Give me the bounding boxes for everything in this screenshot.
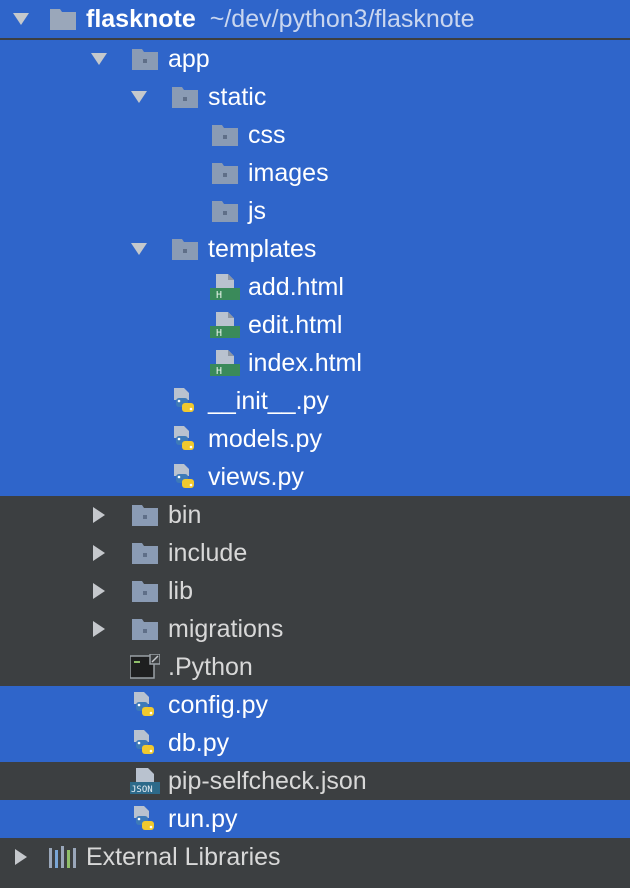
json-file-icon: JSON (130, 768, 160, 794)
root-path: ~/dev/python3/flasknote (209, 5, 475, 33)
tree-item-label: add.html (248, 273, 344, 301)
tree-item-label: models.py (208, 425, 322, 453)
terminal-file-icon (130, 654, 160, 680)
root-name: flasknote (86, 5, 196, 33)
folder-icon (130, 540, 160, 566)
chevron-right-icon[interactable] (88, 496, 110, 534)
folder-icon (210, 122, 240, 148)
root-label: flasknote ~/dev/python3/flasknote (86, 0, 475, 38)
tree-item-add-html[interactable]: Hadd.html (0, 268, 630, 306)
python-file-icon (170, 426, 200, 452)
chevron-down-icon[interactable] (10, 0, 32, 38)
tree-item-app[interactable]: app (0, 40, 630, 78)
library-icon (48, 844, 78, 870)
folder-icon (170, 84, 200, 110)
tree-item-label: edit.html (248, 311, 343, 339)
folder-icon (48, 6, 78, 32)
chevron-down-icon[interactable] (88, 40, 110, 78)
tree-item-lib[interactable]: lib (0, 572, 630, 610)
tree-item-label: static (208, 83, 267, 111)
svg-text:JSON: JSON (131, 785, 153, 794)
tree-item-label: pip-selfcheck.json (168, 767, 367, 795)
chevron-right-icon[interactable] (88, 534, 110, 572)
tree-item-index-html[interactable]: Hindex.html (0, 344, 630, 382)
tree-item-label: include (168, 539, 248, 567)
python-file-icon (130, 692, 160, 718)
tree-item-images[interactable]: images (0, 154, 630, 192)
folder-icon (130, 46, 160, 72)
tree-item-migrations[interactable]: migrations (0, 610, 630, 648)
tree-item-include[interactable]: include (0, 534, 630, 572)
tree-item-init-py[interactable]: __init__.py (0, 382, 630, 420)
python-file-icon (170, 388, 200, 414)
chevron-down-icon[interactable] (128, 78, 150, 116)
tree-item-db-py[interactable]: db.py (0, 724, 630, 762)
chevron-right-icon[interactable] (88, 610, 110, 648)
chevron-down-icon[interactable] (128, 230, 150, 268)
folder-icon (130, 578, 160, 604)
python-file-icon (130, 806, 160, 832)
tree-root-flasknote[interactable]: flasknote ~/dev/python3/flasknote (0, 0, 630, 38)
tree-item-label: templates (208, 235, 317, 263)
folder-icon (130, 502, 160, 528)
tree-item-label: bin (168, 501, 202, 529)
html-file-icon: H (210, 350, 240, 376)
tree-item-templates[interactable]: templates (0, 230, 630, 268)
folder-icon (130, 616, 160, 642)
tree-item-label: index.html (248, 349, 362, 377)
python-file-icon (170, 464, 200, 490)
tree-item-static[interactable]: static (0, 78, 630, 116)
tree-item-label: css (248, 121, 286, 149)
html-file-icon: H (210, 274, 240, 300)
tree-item-pip-selfcheck-json[interactable]: JSON pip-selfcheck.json (0, 762, 630, 800)
tree-item-config-py[interactable]: config.py (0, 686, 630, 724)
python-file-icon (130, 730, 160, 756)
tree-item-python[interactable]: .Python (0, 648, 630, 686)
tree-item-label: config.py (168, 691, 269, 719)
project-tree: flasknote ~/dev/python3/flasknote app stat… (0, 0, 630, 888)
html-file-icon: H (210, 312, 240, 338)
svg-text:H: H (216, 366, 222, 376)
folder-icon (210, 160, 240, 186)
tree-item-label: External Libraries (86, 843, 281, 871)
tree-item-label: __init__.py (208, 387, 329, 415)
tree-item-models-py[interactable]: models.py (0, 420, 630, 458)
tree-item-label: js (248, 197, 267, 225)
tree-item-label: app (168, 45, 210, 73)
tree-item-js[interactable]: js (0, 192, 630, 230)
tree-item-css[interactable]: css (0, 116, 630, 154)
chevron-right-icon[interactable] (88, 572, 110, 610)
chevron-right-icon[interactable] (10, 838, 32, 876)
folder-icon (210, 198, 240, 224)
tree-item-label: lib (168, 577, 194, 605)
tree-item-run-py[interactable]: run.py (0, 800, 630, 838)
tree-item-label: db.py (168, 729, 230, 757)
folder-icon (170, 236, 200, 262)
tree-item-label: views.py (208, 463, 304, 491)
tree-item-label: run.py (168, 805, 238, 833)
tree-item-label: migrations (168, 615, 284, 643)
tree-item-label: images (248, 159, 329, 187)
tree-item-label: .Python (168, 653, 253, 681)
tree-item-views-py[interactable]: views.py (0, 458, 630, 496)
tree-item-bin[interactable]: bin (0, 496, 630, 534)
svg-text:H: H (216, 290, 222, 300)
svg-text:H: H (216, 328, 222, 338)
tree-item-external-libraries[interactable]: External Libraries (0, 838, 630, 876)
tree-item-edit-html[interactable]: Hedit.html (0, 306, 630, 344)
